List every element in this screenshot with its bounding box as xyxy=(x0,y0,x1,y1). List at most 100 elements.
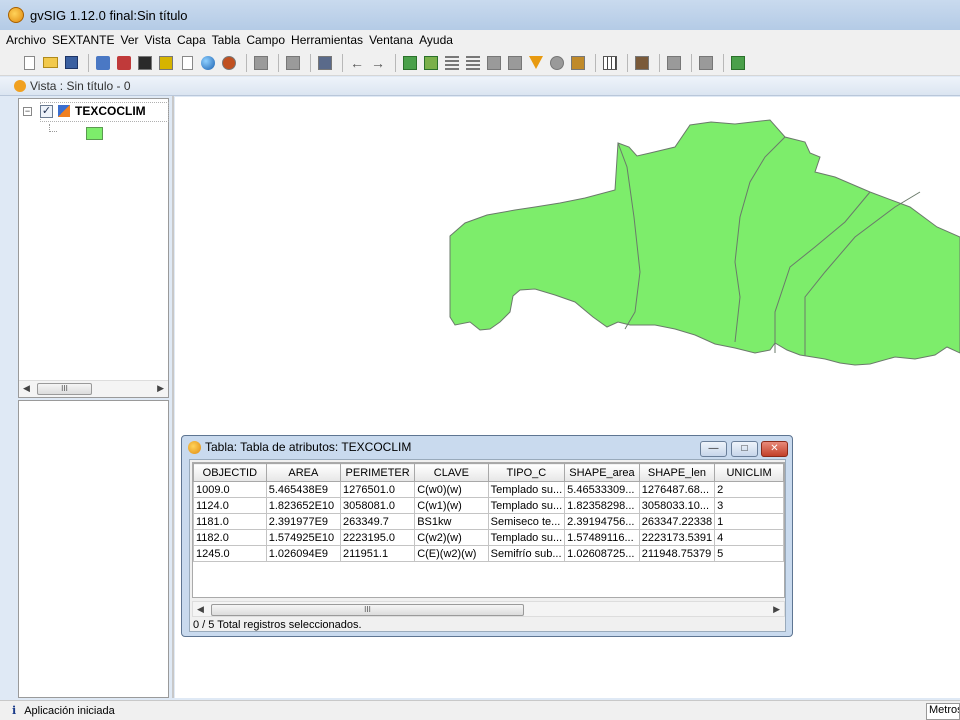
table-cell[interactable]: 2223173.5391 xyxy=(638,529,716,546)
table-cell[interactable]: 1124.0 xyxy=(193,497,267,514)
sextante-modeler-icon[interactable] xyxy=(115,54,133,72)
table-cell[interactable]: 1.026094E9 xyxy=(265,545,342,562)
table-cell[interactable]: Semiseco te... xyxy=(487,513,566,530)
table-cell[interactable]: 1009.0 xyxy=(193,481,267,498)
table-row[interactable]: 1124.0 1.823652E10 3058081.0 C(w1)(w) Te… xyxy=(193,497,784,514)
table-cell[interactable]: 4 xyxy=(714,529,784,546)
table-cell[interactable]: 1276487.68... xyxy=(638,481,716,498)
back-arrow-icon[interactable]: ← xyxy=(348,54,366,72)
table-grid-icon[interactable] xyxy=(506,54,524,72)
table-cell[interactable]: Templado su... xyxy=(487,481,566,498)
layer-visibility-checkbox[interactable]: ✓ xyxy=(40,104,53,118)
table-cell[interactable]: C(E)(w2)(w) xyxy=(414,545,489,562)
table-window-titlebar[interactable]: Tabla: Tabla de atributos: TEXCOCLIM xyxy=(188,440,411,454)
column-header[interactable]: SHAPE_area xyxy=(564,463,640,482)
scroll-right-icon[interactable]: ▶ xyxy=(773,604,780,615)
table-cell[interactable]: 3 xyxy=(714,497,784,514)
filter-icon[interactable] xyxy=(527,54,545,72)
table-cell[interactable]: 263349.7 xyxy=(340,513,416,530)
forward-arrow-icon[interactable]: → xyxy=(369,54,387,72)
grayed-icon-2[interactable] xyxy=(697,54,715,72)
column-header[interactable]: SHAPE_len xyxy=(638,463,716,482)
legend-swatch[interactable] xyxy=(86,127,103,140)
sort-ascending-icon[interactable] xyxy=(443,54,461,72)
table-cell[interactable]: 2.391977E9 xyxy=(265,513,342,530)
menu-ver[interactable]: Ver xyxy=(120,33,144,47)
print-icon[interactable] xyxy=(316,54,334,72)
grayed-window-icon[interactable] xyxy=(284,54,302,72)
table-link-icon[interactable] xyxy=(401,54,419,72)
save-icon[interactable] xyxy=(62,54,80,72)
edit-icon[interactable] xyxy=(178,54,196,72)
table-cell[interactable]: Templado su... xyxy=(487,497,566,514)
table-row[interactable]: 1009.0 5.465438E9 1276501.0 C(w0)(w) Tem… xyxy=(193,481,784,498)
table-cell[interactable]: C(w2)(w) xyxy=(414,529,489,546)
table-cell[interactable]: C(w0)(w) xyxy=(414,481,489,498)
refresh-icon[interactable] xyxy=(548,54,566,72)
attribute-table-window[interactable]: Tabla: Tabla de atributos: TEXCOCLIM — □… xyxy=(181,435,793,637)
sort-descending-icon[interactable] xyxy=(464,54,482,72)
menu-ventana[interactable]: Ventana xyxy=(369,33,419,47)
table-cell[interactable]: 1245.0 xyxy=(193,545,267,562)
menu-sextante[interactable]: SEXTANTE xyxy=(52,33,120,47)
open-folder-icon[interactable] xyxy=(41,54,59,72)
grayed-icon-1[interactable] xyxy=(665,54,683,72)
table-cell[interactable]: 3058033.10... xyxy=(638,497,716,514)
menu-ayuda[interactable]: Ayuda xyxy=(419,33,459,47)
table-row[interactable]: 1245.0 1.026094E9 211951.1 C(E)(w2)(w) S… xyxy=(193,545,784,562)
table-cell[interactable]: 1 xyxy=(714,513,784,530)
map-units-field[interactable]: Metros xyxy=(926,703,960,720)
layer-row[interactable]: − ✓ TEXCOCLIM xyxy=(23,104,146,118)
menu-vista[interactable]: Vista xyxy=(145,33,177,47)
column-header[interactable]: UNICLIM xyxy=(714,463,784,482)
attribute-grid[interactable]: OBJECTID AREA PERIMETER CLAVE TIPO_C SHA… xyxy=(192,462,785,598)
table-cell[interactable]: 1.82358298... xyxy=(564,497,640,514)
menu-capa[interactable]: Capa xyxy=(177,33,212,47)
column-header[interactable]: PERIMETER xyxy=(340,463,416,482)
table-icon[interactable] xyxy=(485,54,503,72)
table-cell[interactable]: 5.465438E9 xyxy=(265,481,342,498)
table-cell[interactable]: 3058081.0 xyxy=(340,497,416,514)
command-line-icon[interactable] xyxy=(157,54,175,72)
grid-icon[interactable] xyxy=(601,54,619,72)
tools-icon[interactable] xyxy=(633,54,651,72)
table-cell[interactable]: 211948.75379 xyxy=(638,545,716,562)
toc-horizontal-scrollbar[interactable]: ◀ III ▶ xyxy=(19,380,168,397)
table-horizontal-scrollbar[interactable]: ◀ III ▶ xyxy=(192,601,785,617)
table-cell[interactable]: C(w1)(w) xyxy=(414,497,489,514)
table-cell[interactable]: 1276501.0 xyxy=(340,481,416,498)
table-cell[interactable]: 263347.22338 xyxy=(638,513,716,530)
table-cell[interactable]: 2223195.0 xyxy=(340,529,416,546)
scroll-thumb[interactable]: III xyxy=(211,604,524,616)
menu-campo[interactable]: Campo xyxy=(246,33,291,47)
scroll-right-icon[interactable]: ▶ xyxy=(157,383,164,394)
column-header[interactable]: OBJECTID xyxy=(193,463,267,482)
menu-archivo[interactable]: Archivo xyxy=(6,33,52,47)
table-cell[interactable]: 1181.0 xyxy=(193,513,267,530)
table-cell[interactable]: 2.39194756... xyxy=(564,513,640,530)
column-header[interactable]: TIPO_C xyxy=(487,463,566,482)
panel-splitter[interactable] xyxy=(172,96,174,698)
table-cell[interactable]: 1.57489116... xyxy=(564,529,640,546)
pointer-icon[interactable] xyxy=(220,54,238,72)
table-cell[interactable]: Templado su... xyxy=(487,529,566,546)
column-header[interactable]: CLAVE xyxy=(414,463,489,482)
table-cell[interactable]: 1182.0 xyxy=(193,529,267,546)
export-icon[interactable] xyxy=(729,54,747,72)
table-cell[interactable]: 5.46533309... xyxy=(564,481,640,498)
menu-herramientas[interactable]: Herramientas xyxy=(291,33,369,47)
table-cell[interactable]: 1.02608725... xyxy=(564,545,640,562)
table-cell[interactable]: 211951.1 xyxy=(340,545,416,562)
close-button[interactable]: ✕ xyxy=(761,441,788,457)
sextante-toolbox-icon[interactable] xyxy=(94,54,112,72)
table-cell[interactable]: BS1kw xyxy=(414,513,489,530)
scroll-left-icon[interactable]: ◀ xyxy=(197,604,204,615)
minimize-button[interactable]: — xyxy=(700,441,727,457)
grayed-layer-icon[interactable] xyxy=(252,54,270,72)
globe-icon[interactable] xyxy=(199,54,217,72)
scroll-thumb[interactable]: III xyxy=(37,383,92,395)
table-cell[interactable]: 5 xyxy=(714,545,784,562)
table-join-icon[interactable] xyxy=(422,54,440,72)
table-cell[interactable]: 1.823652E10 xyxy=(265,497,342,514)
menu-tabla[interactable]: Tabla xyxy=(212,33,247,47)
